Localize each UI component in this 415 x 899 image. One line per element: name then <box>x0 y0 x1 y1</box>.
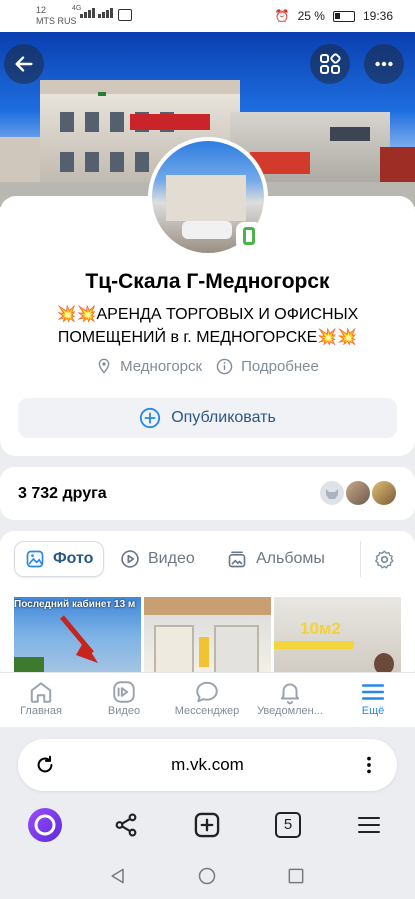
carrier-top: 12 <box>36 5 47 15</box>
details-link[interactable]: Подробнее <box>216 357 319 375</box>
home-icon <box>30 682 52 703</box>
system-nav-bar <box>0 855 415 899</box>
alice-button[interactable] <box>25 805 65 845</box>
tab-albums[interactable]: Альбомы <box>226 541 325 577</box>
alice-icon <box>28 808 62 842</box>
media-settings-button[interactable] <box>374 549 395 575</box>
alarm-icon: ⏰ <box>274 9 290 23</box>
system-home-icon[interactable] <box>197 866 217 886</box>
nav-messenger[interactable]: Мессенджер <box>166 679 248 717</box>
carrier-name: MTS RUS <box>36 16 77 26</box>
battery-percent: 25 % <box>297 9 325 23</box>
new-tab-button[interactable] <box>187 805 227 845</box>
bell-icon <box>280 683 300 705</box>
friends-count: 3 732 друга <box>18 485 107 502</box>
status-bar: 12 MTS RUS 4G ⏰ 25 % 19:36 <box>0 0 415 32</box>
notification-icon <box>118 9 132 21</box>
tab-label: Альбомы <box>256 550 325 567</box>
signal-icon <box>80 8 95 18</box>
tab-photos[interactable]: Фото <box>14 541 105 577</box>
publish-button[interactable]: Опубликовать <box>18 398 397 438</box>
city-info: Медногорск <box>96 357 202 375</box>
tabs-button[interactable]: 5 <box>268 805 308 845</box>
url-text: m.vk.com <box>171 755 244 774</box>
signal-icon-2 <box>98 8 113 18</box>
plus-square-icon <box>194 812 220 838</box>
system-back-icon[interactable] <box>108 866 128 886</box>
publish-label: Опубликовать <box>171 409 276 426</box>
apps-grid-icon <box>320 53 341 74</box>
reload-icon[interactable] <box>34 754 56 776</box>
location-pin-icon <box>98 358 110 374</box>
video-play-icon <box>121 550 139 568</box>
tab-label: Видео <box>148 550 195 567</box>
apps-button[interactable] <box>310 44 350 84</box>
chat-bubble-icon <box>196 681 218 703</box>
nav-video[interactable]: Видео <box>83 679 165 717</box>
nav-label: Уведомлен... <box>257 705 323 717</box>
store-sign <box>130 114 210 130</box>
share-icon <box>115 813 137 837</box>
online-mobile-icon <box>236 222 262 250</box>
video-icon <box>113 681 135 703</box>
back-button[interactable] <box>4 44 44 84</box>
nav-label: Главная <box>20 705 62 717</box>
profile-status: 💥💥АРЕНДА ТОРГОВЫХ И ОФИСНЫХ ПОМЕЩЕНИЙ в … <box>30 303 385 349</box>
nav-more[interactable]: Ещё <box>332 679 414 717</box>
browser-toolbar: m.vk.com 5 <box>0 727 415 855</box>
status-right: ⏰ 25 % 19:36 <box>275 9 393 23</box>
more-dots-icon <box>375 61 393 67</box>
friend-avatar <box>318 479 346 507</box>
tab-count: 5 <box>275 812 301 838</box>
profile-name: Тц-Скала Г-Медногорск <box>85 270 330 293</box>
photo-caption: Последний кабинет 13 м <box>14 599 136 610</box>
profile-status-line: ПОМЕЩЕНИЙ в г. МЕДНОГОРСКЕ💥💥 <box>57 329 358 346</box>
app-bottom-nav: Главная Видео Мессенджер Уведомлен... Ещ… <box>0 672 415 727</box>
photo-thumbnail[interactable]: 10м2 <box>274 597 401 677</box>
photo-thumbnail[interactable] <box>144 597 271 677</box>
city-label: Медногорск <box>120 357 203 375</box>
nav-label: Мессенджер <box>174 705 240 717</box>
store-sign <box>98 92 106 96</box>
profile-meta: Медногорск Подробнее <box>0 357 415 375</box>
share-button[interactable] <box>106 805 146 845</box>
address-bar[interactable]: m.vk.com <box>18 739 397 791</box>
profile-status-line: 💥💥АРЕНДА ТОРГОВЫХ И ОФИСНЫХ <box>56 306 359 323</box>
photo-thumbnail[interactable]: Последний кабинет 13 м <box>14 597 141 677</box>
nav-home[interactable]: Главная <box>0 679 82 717</box>
info-icon <box>216 358 233 374</box>
tab-videos[interactable]: Видео <box>120 541 195 577</box>
browser-menu-icon[interactable] <box>358 754 380 776</box>
friend-avatar <box>344 479 372 507</box>
tab-label: Фото <box>53 550 94 567</box>
arrow-graphic <box>60 615 98 663</box>
menu-icon <box>361 684 385 700</box>
photo-caption: 10м2 <box>300 619 341 638</box>
gear-icon <box>375 550 394 569</box>
nav-label: Видео <box>107 705 141 717</box>
clock: 19:36 <box>362 9 393 23</box>
hamburger-icon <box>358 817 380 833</box>
back-arrow-icon <box>15 56 33 72</box>
nav-notifications[interactable]: Уведомлен... <box>249 679 331 717</box>
browser-main-menu-button[interactable] <box>349 805 389 845</box>
details-label: Подробнее <box>241 357 319 375</box>
friend-avatar <box>370 479 398 507</box>
more-button[interactable] <box>364 44 404 84</box>
nav-label: Ещё <box>361 705 385 717</box>
plus-circle-icon <box>140 407 161 429</box>
system-recents-icon[interactable] <box>286 866 306 886</box>
photo-icon <box>26 550 44 568</box>
battery-icon <box>332 10 355 22</box>
tab-divider <box>360 541 361 577</box>
albums-icon <box>228 551 246 568</box>
